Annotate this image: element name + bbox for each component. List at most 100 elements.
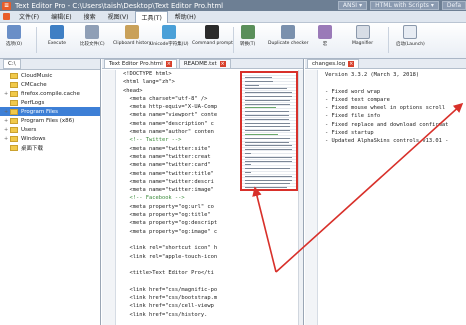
minimap-line bbox=[245, 153, 251, 154]
changes-log-text[interactable]: Version 3.3.2 (March 3, 2018) - Fixed wor… bbox=[325, 72, 465, 147]
log-line: - Fixed file info bbox=[325, 113, 381, 120]
code-line: <head> bbox=[123, 87, 143, 94]
tree-item[interactable]: + Users bbox=[0, 125, 100, 134]
minimap-line bbox=[245, 77, 272, 78]
tab-text-editor-pro-html[interactable]: Text Editor Pro.html × bbox=[104, 59, 177, 68]
code-line: <!-- Twitter --> bbox=[123, 137, 182, 144]
drive-tab[interactable]: C:\ bbox=[3, 59, 21, 69]
tab-changes-log[interactable]: changes.log × bbox=[307, 59, 360, 68]
code-line: <meta name="description" c bbox=[123, 120, 214, 127]
folder-icon bbox=[10, 99, 18, 106]
minimap-line bbox=[245, 187, 288, 189]
code-line: <link href="css/bootstrap.m bbox=[123, 295, 218, 302]
tree-item[interactable]: 桌面下载 bbox=[0, 143, 100, 152]
editor-panel: Text Editor Pro.html × README.txt × <!DOCT… bbox=[102, 59, 304, 325]
clipboard-history-button[interactable]: Clipboard history bbox=[113, 25, 151, 46]
tree-item-label: PerfLogs bbox=[21, 99, 45, 106]
log-line: - Fixed startup bbox=[325, 130, 374, 137]
tab-readme-txt[interactable]: README.txt × bbox=[178, 59, 231, 68]
minimap-line bbox=[245, 134, 278, 135]
changes-log-panel: changes.log × Version 3.3.2 (March 3, 201… bbox=[305, 59, 466, 325]
compare-files-button[interactable]: 比较文件(C) bbox=[80, 25, 105, 47]
unicode-icon bbox=[162, 25, 177, 39]
app-icon[interactable]: ≡ bbox=[2, 1, 11, 10]
magnifier-button[interactable]: Magnifier bbox=[352, 25, 373, 46]
close-icon[interactable]: × bbox=[219, 61, 226, 67]
command-prompt-button[interactable]: Command prompt bbox=[192, 25, 233, 46]
tree-item[interactable]: + Program Files (x86) bbox=[0, 116, 100, 125]
execute-icon bbox=[50, 25, 64, 39]
editor-scrollbar[interactable] bbox=[298, 70, 303, 325]
folder-icon bbox=[10, 135, 18, 142]
minimap-line bbox=[245, 179, 292, 181]
code-line: <link href="css/cell-viewp bbox=[123, 303, 214, 310]
tree-item[interactable]: PerfLogs bbox=[0, 98, 100, 107]
minimap-line bbox=[245, 107, 277, 109]
tree-item[interactable]: CMCache bbox=[0, 80, 100, 89]
menu-edit[interactable]: 编辑(E) bbox=[46, 11, 76, 22]
chevron-down-icon: ▾ bbox=[430, 2, 434, 9]
convert-button[interactable]: 转换(T) bbox=[240, 25, 255, 47]
code-line: <meta name="twitter:image" bbox=[123, 187, 214, 194]
chevron-down-icon: ▾ bbox=[359, 2, 363, 9]
folder-icon bbox=[10, 144, 18, 151]
window-title: Text Editor Pro - C:\Users\taish\Desktop… bbox=[15, 1, 224, 10]
code-area[interactable]: <!DOCTYPE html> <html lang="zh"> <head> <m… bbox=[123, 71, 243, 320]
close-icon[interactable]: × bbox=[348, 61, 355, 67]
options-icon bbox=[7, 25, 22, 39]
code-line: <title>Text Editor Pro</ti bbox=[123, 270, 214, 277]
code-line: <meta name="twitter:descri bbox=[123, 178, 214, 185]
code-line: <meta name="twitter:card" bbox=[123, 162, 211, 169]
folder-icon bbox=[10, 90, 18, 97]
menu-view[interactable]: 视图(V) bbox=[103, 11, 134, 22]
clipboard-icon bbox=[125, 25, 140, 39]
minimap-line bbox=[245, 99, 291, 101]
close-icon[interactable]: × bbox=[165, 61, 172, 67]
minimap-line bbox=[245, 115, 289, 116]
minimap-line bbox=[245, 122, 291, 124]
code-line: <link rel="apple-touch-icon bbox=[123, 253, 218, 260]
tree-item-label: Program Files (x86) bbox=[21, 117, 75, 124]
minimap-line bbox=[245, 130, 291, 132]
launch-button[interactable]: 启动(Launch) bbox=[396, 25, 425, 47]
profile-dropdown[interactable]: Defa bbox=[441, 1, 466, 10]
unicode-charset-button[interactable]: Unicode字符集(U) bbox=[150, 25, 189, 47]
tree-item-label: Windows bbox=[21, 135, 46, 142]
duplicate-checker-button[interactable]: Duplicate checker bbox=[268, 25, 309, 46]
execute-button[interactable]: Execute bbox=[48, 25, 66, 46]
log-line: Version 3.3.2 (March 3, 2018) bbox=[325, 72, 420, 78]
tree-item-label: firefox.compile.cache bbox=[21, 90, 80, 97]
menu-help[interactable]: 帮助(H) bbox=[170, 11, 201, 22]
folder-icon bbox=[10, 126, 18, 133]
encoding-dropdown[interactable]: ANSI ▾ bbox=[337, 1, 368, 10]
minimap-line bbox=[245, 126, 291, 128]
folder-icon bbox=[10, 72, 18, 79]
menu-file[interactable]: 文件(F) bbox=[14, 11, 44, 22]
tree-item[interactable]: CloudMusic bbox=[0, 71, 100, 80]
explorer-tabs: C:\ bbox=[0, 59, 100, 70]
tree-item[interactable]: + firefox.compile.cache bbox=[0, 89, 100, 98]
quick-access-icon[interactable] bbox=[3, 13, 10, 20]
minimap[interactable] bbox=[240, 71, 298, 191]
right-tabs: changes.log × bbox=[305, 59, 466, 69]
file-explorer-panel: C:\ CloudMusic CMCache + firefox.compile.ca… bbox=[0, 59, 101, 325]
macro-button[interactable]: 宏 bbox=[318, 25, 332, 47]
tree-item[interactable]: + Windows bbox=[0, 134, 100, 143]
title-bar: ≡ Text Editor Pro - C:\Users\taish\Deskt… bbox=[0, 0, 466, 11]
log-line: - Fixed word wrap bbox=[325, 88, 381, 95]
minimap-line bbox=[245, 92, 292, 94]
fold-margin bbox=[116, 70, 121, 325]
syntax-dropdown[interactable]: HTML with Scripts ▾ bbox=[370, 1, 439, 10]
code-line: <link href="css/magnific-po bbox=[123, 286, 218, 293]
menu-search[interactable]: 搜索 bbox=[79, 11, 101, 22]
code-line: <meta http-equiv="X-UA-Comp bbox=[123, 104, 218, 111]
code-line: <html lang="zh"> bbox=[123, 79, 175, 86]
code-line: <meta charset="utf-8" /> bbox=[123, 95, 208, 102]
options-button[interactable]: 选项(O) bbox=[6, 25, 22, 47]
minimap-line bbox=[245, 84, 260, 86]
minimap-line bbox=[245, 141, 289, 143]
tree-item[interactable]: + Program Files bbox=[0, 107, 100, 116]
menu-tools[interactable]: 工具(T) bbox=[135, 10, 168, 23]
minimap-line bbox=[245, 145, 292, 147]
